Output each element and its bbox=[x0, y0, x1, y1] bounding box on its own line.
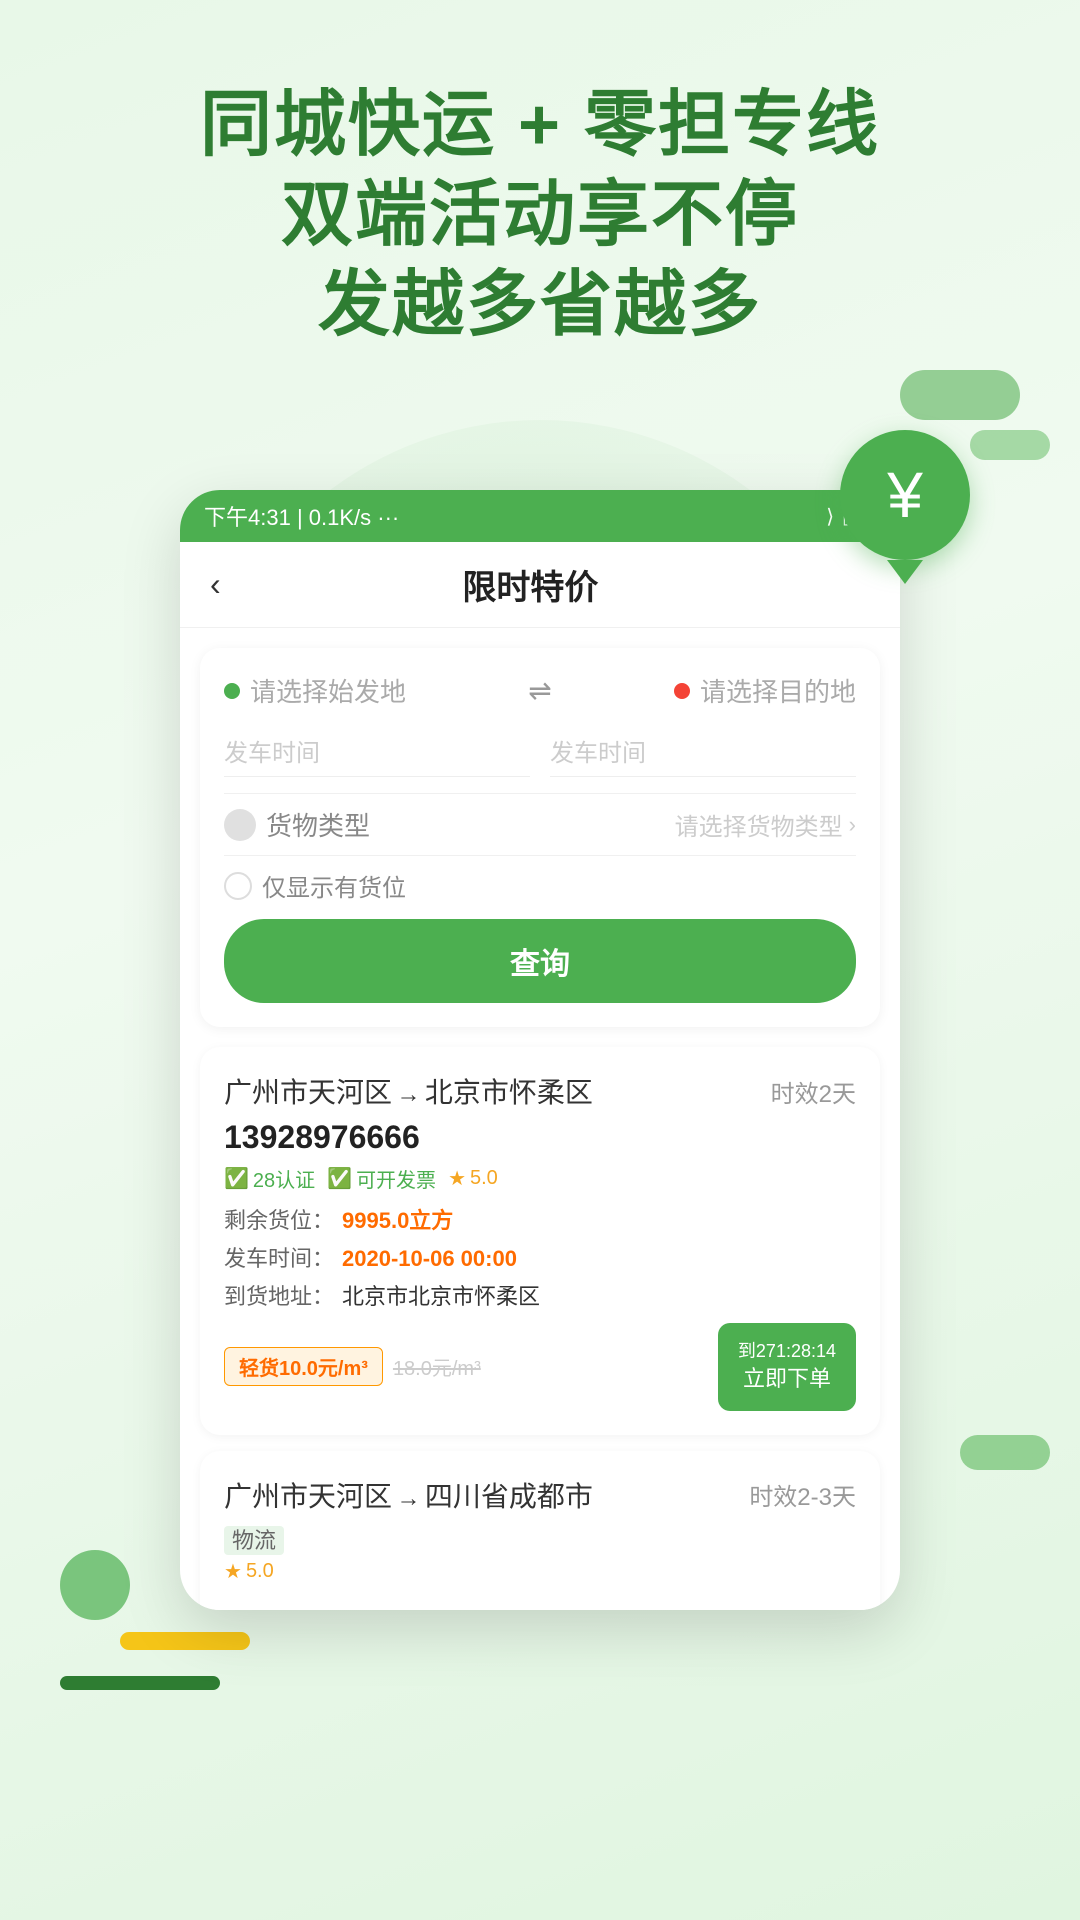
only-available-row: 仅显示有货位 bbox=[224, 868, 856, 903]
query-button[interactable]: 查询 bbox=[224, 919, 856, 1003]
countdown-1: 到271:28:14 bbox=[738, 1339, 836, 1364]
route-from-1: 广州市天河区 bbox=[224, 1077, 392, 1108]
star-badge-2: ★ 5.0 bbox=[224, 1559, 274, 1584]
goods-right[interactable]: 请选择货物类型 › bbox=[675, 807, 856, 842]
star-icon-2: ★ bbox=[224, 1559, 242, 1584]
hero-line2: 双端活动享不停 bbox=[0, 170, 1080, 260]
order-button-1[interactable]: 到271:28:14 立即下单 bbox=[718, 1323, 856, 1411]
search-form: 请选择始发地 ⇌ 请选择目的地 发车时间 发车时间 货物类型 请选择货物类型 › bbox=[200, 648, 880, 1027]
route-arrow-1: → bbox=[396, 1081, 420, 1108]
time-effect-1: 时效2天 bbox=[771, 1074, 856, 1109]
verify-check-icon: ✅ bbox=[224, 1166, 249, 1191]
dest-row: 到货地址： 北京市北京市怀柔区 bbox=[224, 1279, 856, 1311]
status-bar: 下午4:31 | 0.1K/s ··· ⟩ ▣ ▪ bbox=[180, 490, 900, 542]
hero-line1: 同城快运 + 零担专线 bbox=[0, 80, 1080, 170]
swap-separator: ⇌ bbox=[406, 674, 674, 707]
phone-number-1[interactable]: 13928976666 bbox=[224, 1119, 856, 1156]
card-header-1: 广州市天河区 → 北京市怀柔区 时效2天 bbox=[224, 1071, 856, 1111]
deco-line-yellow bbox=[120, 1632, 250, 1650]
only-available-radio[interactable] bbox=[224, 872, 252, 900]
origin-dest-row: 请选择始发地 ⇌ 请选择目的地 bbox=[224, 672, 856, 709]
badges-row-2: ★ 5.0 bbox=[224, 1559, 856, 1584]
goods-type-row: 货物类型 请选择货物类型 › bbox=[224, 793, 856, 856]
dest-input[interactable]: 请选择目的地 bbox=[700, 672, 856, 709]
origin-dot bbox=[224, 683, 240, 699]
star-badge-1: ★ 5.0 bbox=[448, 1166, 498, 1191]
only-available-label: 仅显示有货位 bbox=[262, 868, 406, 903]
swap-icon[interactable]: ⇌ bbox=[528, 674, 551, 707]
goods-type-select[interactable]: 请选择货物类型 bbox=[675, 807, 843, 842]
status-time: 下午4:31 | 0.1K/s ··· bbox=[204, 500, 399, 532]
signal-icon: ⟩ bbox=[826, 504, 834, 529]
company-prefix: 物流 bbox=[224, 1526, 284, 1555]
money-bag-symbol: ¥ bbox=[887, 458, 923, 532]
order-label-1: 立即下单 bbox=[738, 1364, 836, 1395]
route-text-2: 广州市天河区 → 四川省成都市 bbox=[224, 1475, 593, 1515]
route-to-2: 四川省成都市 bbox=[425, 1481, 593, 1512]
dest-value: 北京市北京市怀柔区 bbox=[342, 1279, 540, 1311]
deco-line-green bbox=[60, 1676, 220, 1690]
dest-dot bbox=[674, 683, 690, 699]
result-card-1: 广州市天河区 → 北京市怀柔区 时效2天 13928976666 ✅ 28认证 … bbox=[200, 1047, 880, 1435]
hero-section: 同城快运 + 零担专线 双端活动享不停 发越多省越多 bbox=[0, 80, 1080, 350]
card-header-2: 广州市天河区 → 四川省成都市 时效2-3天 bbox=[224, 1475, 856, 1515]
result-card-2: 广州市天河区 → 四川省成都市 时效2-3天 物流 ★ 5.0 bbox=[200, 1451, 880, 1610]
back-button[interactable]: ‹ bbox=[210, 566, 221, 603]
depart-label: 发车时间： bbox=[224, 1241, 334, 1273]
money-bag-icon: ¥ bbox=[840, 430, 970, 560]
price-active-1: 轻货10.0元/m³ bbox=[224, 1347, 383, 1386]
route-text-1: 广州市天河区 → 北京市怀柔区 bbox=[224, 1071, 593, 1111]
price-old-1: 18.0元/m³ bbox=[393, 1352, 481, 1381]
deco-shape-tr2 bbox=[970, 430, 1050, 460]
dest-label: 到货地址： bbox=[224, 1279, 334, 1311]
depart-time2[interactable]: 发车时间 bbox=[550, 725, 856, 777]
goods-arrow-icon: › bbox=[849, 812, 856, 838]
price-tags-1: 轻货10.0元/m³ 18.0元/m³ bbox=[224, 1347, 481, 1386]
money-bag-container: ¥ bbox=[840, 430, 970, 570]
depart-time1[interactable]: 发车时间 bbox=[224, 725, 530, 777]
depart-value: 2020-10-06 00:00 bbox=[342, 1246, 517, 1272]
deco-shape-tr bbox=[900, 370, 1020, 420]
deco-shape-br bbox=[960, 1435, 1050, 1470]
time-effect-2: 时效2-3天 bbox=[749, 1477, 856, 1512]
goods-icon bbox=[224, 809, 256, 841]
card-footer-1: 轻货10.0元/m³ 18.0元/m³ 到271:28:14 立即下单 bbox=[224, 1323, 856, 1411]
invoice-check-icon: ✅ bbox=[327, 1166, 352, 1191]
deco-shape-bl bbox=[60, 1550, 130, 1620]
phone-mockup: 下午4:31 | 0.1K/s ··· ⟩ ▣ ▪ ‹ 限时特价 请选择始发地 … bbox=[180, 490, 900, 1610]
star-icon: ★ bbox=[448, 1166, 466, 1191]
goods-left: 货物类型 bbox=[224, 806, 370, 843]
badges-row-1: ✅ 28认证 ✅ 可开发票 ★ 5.0 bbox=[224, 1164, 856, 1193]
money-bag-pointer bbox=[887, 560, 923, 584]
time-row: 发车时间 发车时间 bbox=[224, 725, 856, 777]
route-from-2: 广州市天河区 bbox=[224, 1481, 392, 1512]
invoice-badge-1: ✅ 可开发票 bbox=[327, 1164, 436, 1193]
hero-line3: 发越多省越多 bbox=[0, 260, 1080, 350]
page-title: 限时特价 bbox=[241, 560, 820, 609]
remaining-row: 剩余货位： 9995.0立方 bbox=[224, 1203, 856, 1235]
verify-badge-1: ✅ 28认证 bbox=[224, 1164, 315, 1193]
remaining-value: 9995.0立方 bbox=[342, 1203, 453, 1235]
goods-type-label: 货物类型 bbox=[266, 806, 370, 843]
remaining-label: 剩余货位： bbox=[224, 1203, 334, 1235]
origin-input[interactable]: 请选择始发地 bbox=[250, 672, 406, 709]
route-arrow-2: → bbox=[396, 1485, 420, 1512]
nav-bar: ‹ 限时特价 bbox=[180, 542, 900, 628]
route-to-1: 北京市怀柔区 bbox=[425, 1077, 593, 1108]
company-name-2: 物流 bbox=[224, 1523, 856, 1555]
depart-time-row: 发车时间： 2020-10-06 00:00 bbox=[224, 1241, 856, 1273]
